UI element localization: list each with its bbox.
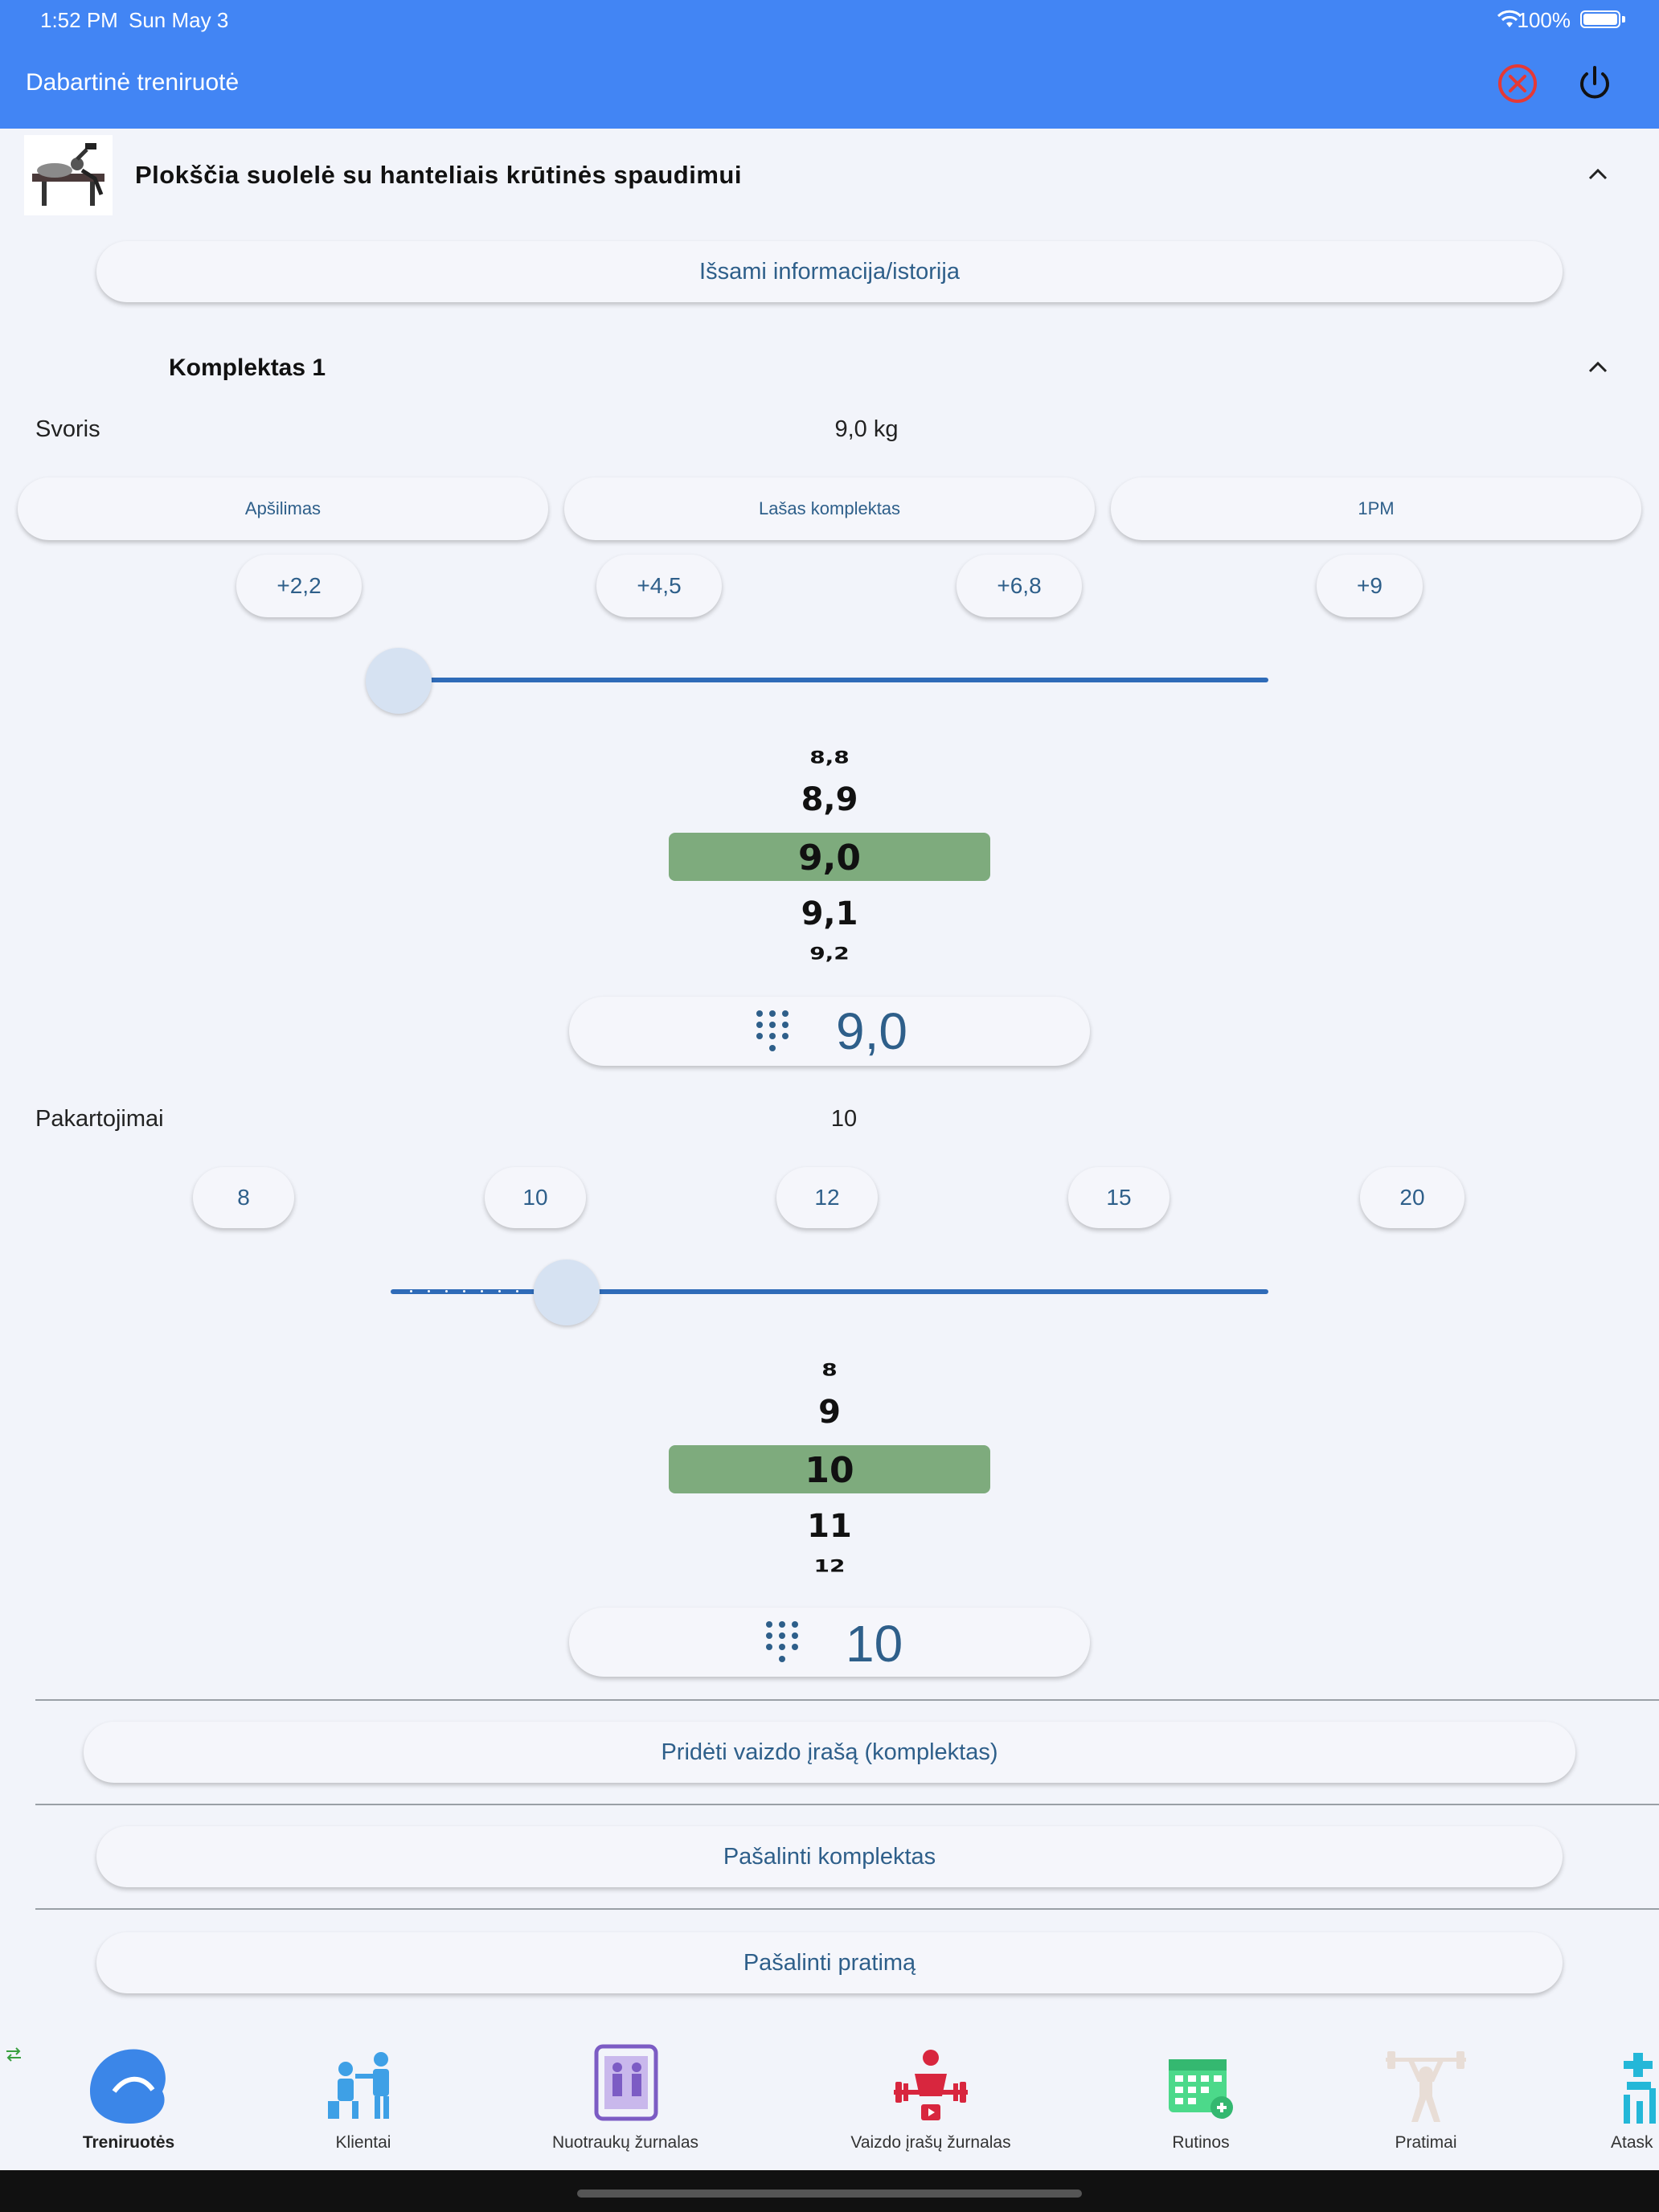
nav-item-routines[interactable]: Rutinos bbox=[1120, 2042, 1281, 2170]
one-rep-max-button[interactable]: 1PM bbox=[1111, 477, 1641, 540]
nav-label: Treniruotės bbox=[82, 2133, 175, 2152]
weight-picker-item[interactable]: 8,9 bbox=[669, 781, 990, 818]
nav-item-clients[interactable]: Klientai bbox=[283, 2042, 444, 2170]
reps-input-button[interactable] bbox=[569, 1608, 1090, 1677]
reps-input-value: 10 bbox=[846, 1615, 903, 1673]
weight-input-button[interactable] bbox=[569, 997, 1090, 1066]
nav-item-exercises[interactable]: Pratimai bbox=[1346, 2042, 1506, 2170]
divider bbox=[35, 1699, 1659, 1701]
battery-percent: 100% bbox=[1517, 8, 1571, 32]
chevron-up-icon[interactable] bbox=[1585, 164, 1611, 183]
weight-picker-selected[interactable]: 9,0 bbox=[669, 838, 990, 879]
weight-increment-chip[interactable]: +9 bbox=[1317, 555, 1423, 617]
dialpad-icon bbox=[756, 1010, 789, 1051]
nav-item-photo-journal[interactable]: Nuotraukų žurnalas bbox=[529, 2042, 722, 2170]
warmup-button[interactable]: Apšilimas bbox=[18, 477, 548, 540]
reports-icon bbox=[1624, 2053, 1656, 2124]
photo-journal-icon bbox=[594, 2044, 658, 2121]
cancel-circle-icon[interactable] bbox=[1497, 63, 1538, 104]
nav-label: Klientai bbox=[335, 2133, 391, 2152]
nav-label: Vaizdo įrašų žurnalas bbox=[850, 2133, 1011, 2152]
add-video-button[interactable]: Pridėti vaizdo įrašą (komplektas) bbox=[84, 1722, 1575, 1783]
routines-calendar-icon bbox=[1169, 2059, 1233, 2119]
page-title: Dabartinė treniruotė bbox=[26, 69, 240, 96]
remove-exercise-button[interactable]: Pašalinti pratimą bbox=[96, 1932, 1563, 1993]
home-indicator[interactable] bbox=[577, 2189, 1082, 2198]
weight-picker-item[interactable]: 9,1 bbox=[669, 895, 990, 932]
nav-label: Pratimai bbox=[1395, 2133, 1457, 2152]
nav-item-video-journal[interactable]: Vaizdo įrašų žurnalas bbox=[828, 2042, 1034, 2170]
reps-slider-track[interactable] bbox=[391, 1289, 1268, 1294]
reps-picker-item[interactable]: 8 bbox=[669, 1360, 990, 1380]
weight-slider-thumb[interactable] bbox=[366, 648, 432, 714]
battery-icon bbox=[1580, 10, 1620, 28]
nav-item-reports[interactable]: Atask bbox=[1600, 2042, 1659, 2170]
reps-slider-thumb[interactable] bbox=[534, 1260, 600, 1325]
reps-preset-chip[interactable]: 20 bbox=[1360, 1167, 1464, 1228]
reps-label: Pakartojimai bbox=[35, 1106, 164, 1132]
weight-picker-item[interactable]: 9,2 bbox=[669, 944, 990, 964]
weight-value: 9,0 kg bbox=[834, 416, 899, 442]
reps-preset-chip[interactable]: 15 bbox=[1068, 1167, 1169, 1228]
weight-slider-track[interactable] bbox=[399, 678, 1268, 682]
status-date: Sun May 3 bbox=[129, 8, 229, 32]
app-bar: Dabartinė treniruotė bbox=[0, 39, 1659, 129]
power-icon[interactable] bbox=[1574, 63, 1616, 104]
set-title: Komplektas 1 bbox=[169, 354, 326, 381]
details-history-button[interactable]: Išsami informacija/istorija bbox=[96, 241, 1563, 302]
status-time: 1:52 PM bbox=[40, 8, 118, 32]
nav-label: Nuotraukų žurnalas bbox=[551, 2133, 699, 2152]
reps-picker-item[interactable]: 9 bbox=[669, 1394, 990, 1431]
divider bbox=[35, 1908, 1659, 1910]
drop-set-button[interactable]: Lašas komplektas bbox=[564, 477, 1095, 540]
nav-item-workouts[interactable]: Treniruotės bbox=[48, 2042, 209, 2170]
remove-set-button[interactable]: Pašalinti komplektas bbox=[96, 1826, 1563, 1887]
reps-preset-chip[interactable]: 12 bbox=[776, 1167, 878, 1228]
reps-preset-chip[interactable]: 8 bbox=[193, 1167, 294, 1228]
workouts-icon bbox=[90, 2049, 166, 2124]
weight-input-value: 9,0 bbox=[836, 1002, 907, 1060]
weight-label: Svoris bbox=[35, 416, 100, 442]
exercise-thumbnail[interactable] bbox=[24, 135, 113, 215]
reps-picker-clip: 12 bbox=[669, 1553, 990, 1574]
reps-preset-chip[interactable]: 10 bbox=[485, 1167, 586, 1228]
divider bbox=[35, 1804, 1659, 1805]
chevron-up-icon[interactable] bbox=[1585, 357, 1611, 376]
exercises-icon bbox=[1386, 2051, 1466, 2122]
dialpad-icon bbox=[766, 1621, 798, 1662]
bottom-nav: Treniruotės Klientai Nuotraukų žurnalas bbox=[0, 2042, 1659, 2170]
reps-picker-item[interactable]: 12 bbox=[669, 1556, 990, 1574]
video-journal-icon bbox=[894, 2050, 968, 2120]
reps-value: 10 bbox=[830, 1106, 858, 1132]
reps-picker-selected[interactable]: 10 bbox=[669, 1450, 990, 1491]
weight-increment-chip[interactable]: +2,2 bbox=[236, 555, 362, 617]
clients-icon bbox=[328, 2052, 389, 2119]
status-bar: 1:52 PM Sun May 3 100% bbox=[0, 0, 1659, 39]
exercise-title: Plokščia suolelė su hanteliais krūtinės … bbox=[135, 161, 742, 189]
weight-increment-chip[interactable]: +4,5 bbox=[596, 555, 722, 617]
bench-press-icon bbox=[32, 143, 104, 206]
weight-picker-item[interactable]: 8,8 bbox=[669, 748, 990, 768]
weight-increment-chip[interactable]: +6,8 bbox=[956, 555, 1082, 617]
nav-label: Rutinos bbox=[1172, 2133, 1230, 2152]
nav-label: Atask bbox=[1611, 2133, 1653, 2152]
swap-arrows-icon[interactable] bbox=[5, 2046, 23, 2062]
reps-picker-item[interactable]: 11 bbox=[669, 1508, 990, 1545]
